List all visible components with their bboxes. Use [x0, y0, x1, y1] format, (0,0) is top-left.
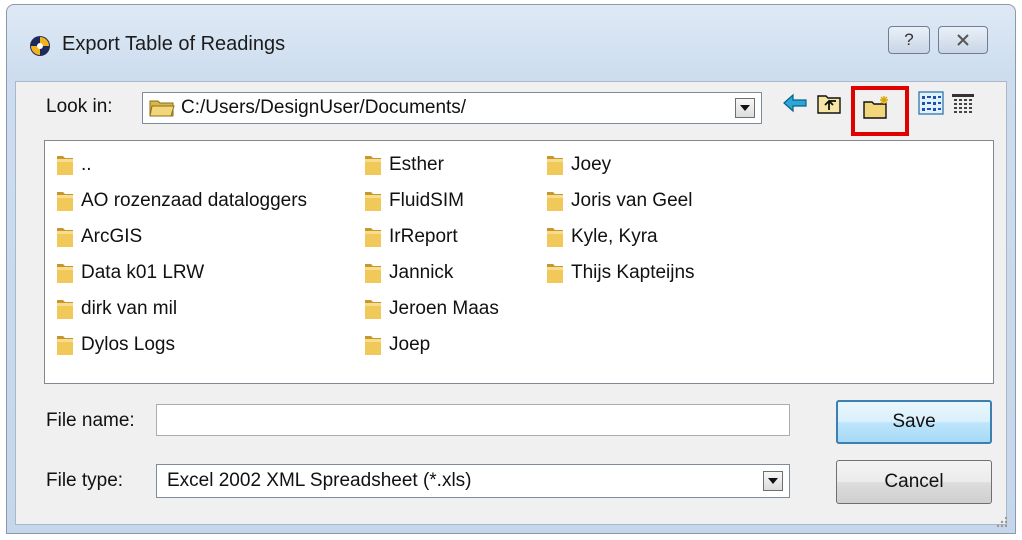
- file-name-label: File name:: [46, 410, 135, 431]
- folder-name: Kyle, Kyra: [571, 226, 658, 247]
- look-in-path: C:/Users/DesignUser/Documents/: [181, 97, 467, 118]
- folder-item[interactable]: Data k01 LRW: [55, 255, 307, 291]
- folder-item[interactable]: Joey: [545, 147, 695, 183]
- list-view-icon: [918, 91, 944, 115]
- resize-grip-icon[interactable]: [996, 516, 1008, 528]
- folder-item[interactable]: ..: [55, 147, 307, 183]
- up-folder-icon: [817, 95, 841, 114]
- folder-name: Thijs Kapteijns: [571, 262, 695, 283]
- file-type-label: File type:: [46, 470, 124, 491]
- folder-name: dirk van mil: [81, 298, 178, 319]
- folder-name: ..: [81, 154, 92, 175]
- cancel-button[interactable]: Cancel: [836, 460, 992, 504]
- folder-icon: [365, 228, 381, 247]
- folder-icon: [149, 100, 175, 117]
- folder-name: AO rozenzaad dataloggers: [81, 190, 308, 211]
- dialog-title: Export Table of Readings: [62, 33, 286, 55]
- folder-name: Jannick: [389, 262, 454, 283]
- look-in-dropdown-button[interactable]: [735, 98, 755, 118]
- help-button[interactable]: ?: [888, 26, 930, 54]
- folder-item[interactable]: Joris van Geel: [545, 183, 695, 219]
- file-type-value: Excel 2002 XML Spreadsheet (*.xls): [167, 470, 472, 491]
- folder-name: IrReport: [389, 226, 458, 247]
- folder-item[interactable]: FluidSIM: [363, 183, 499, 219]
- folder-icon: [547, 264, 563, 283]
- folder-icon: [57, 192, 73, 211]
- back-button[interactable]: [780, 88, 810, 118]
- folder-icon: [57, 156, 73, 175]
- look-in-label: Look in:: [46, 96, 113, 117]
- folder-item[interactable]: IrReport: [363, 219, 499, 255]
- folder-icon: [57, 336, 73, 355]
- folder-name: Jeroen Maas: [389, 298, 499, 319]
- chevron-down-icon: [740, 105, 750, 111]
- app-icon: [30, 36, 50, 56]
- folder-item[interactable]: dirk van mil: [55, 291, 307, 327]
- folder-name: Dylos Logs: [81, 334, 175, 355]
- folder-name: ArcGIS: [81, 226, 143, 247]
- folder-item[interactable]: Thijs Kapteijns: [545, 255, 695, 291]
- folder-icon: [365, 300, 381, 319]
- folder-icon: [547, 192, 563, 211]
- close-button[interactable]: X: [938, 26, 988, 54]
- file-type-dropdown-button[interactable]: [763, 471, 783, 491]
- folder-item[interactable]: Jeroen Maas: [363, 291, 499, 327]
- folder-name: Esther: [389, 154, 444, 175]
- folder-icon: [547, 228, 563, 247]
- folder-icon: [57, 264, 73, 283]
- back-arrow-icon: [783, 93, 807, 113]
- folder-item[interactable]: Esther: [363, 147, 499, 183]
- folder-icon: [365, 336, 381, 355]
- folder-icon: [57, 228, 73, 247]
- close-icon: [957, 34, 969, 46]
- folder-icon: [365, 264, 381, 283]
- new-folder-highlight: [851, 86, 909, 136]
- folder-name: FluidSIM: [389, 190, 464, 211]
- folder-item[interactable]: Dylos Logs: [55, 327, 307, 363]
- folder-icon: [365, 192, 381, 211]
- look-in-combo[interactable]: C:/Users/DesignUser/Documents/: [142, 92, 762, 124]
- folder-item[interactable]: ArcGIS: [55, 219, 307, 255]
- folder-name: Joep: [389, 334, 431, 355]
- file-list[interactable]: .. AO rozenzaad dataloggers ArcGIS Data k01…: [44, 140, 994, 384]
- folder-item[interactable]: Joep: [363, 327, 499, 363]
- folder-icon: [57, 300, 73, 319]
- folder-icon: [365, 156, 381, 175]
- save-button[interactable]: Save: [836, 400, 992, 444]
- chevron-down-icon: [768, 478, 778, 484]
- file-type-select[interactable]: Excel 2002 XML Spreadsheet (*.xls): [156, 464, 790, 498]
- folder-name: Joris van Geel: [571, 190, 693, 211]
- folder-icon: [547, 156, 563, 175]
- file-name-input[interactable]: [156, 404, 790, 436]
- file-list-column-1: .. AO rozenzaad dataloggers ArcGIS Data k01…: [55, 147, 307, 363]
- help-icon: ?: [904, 30, 914, 49]
- folder-item[interactable]: Jannick: [363, 255, 499, 291]
- file-list-column-2: Esther FluidSIM IrReport Jannick Jeroen Maas…: [363, 147, 499, 363]
- list-view-button[interactable]: [916, 88, 946, 118]
- folder-item[interactable]: Kyle, Kyra: [545, 219, 695, 255]
- folder-name: Data k01 LRW: [81, 262, 205, 283]
- folder-item[interactable]: AO rozenzaad dataloggers: [55, 183, 307, 219]
- detail-view-button[interactable]: [948, 88, 978, 118]
- up-folder-button[interactable]: [814, 88, 844, 118]
- detail-view-icon: [952, 94, 974, 113]
- file-list-column-3: Joey Joris van Geel Kyle, Kyra Thijs Kaptei…: [545, 147, 695, 291]
- folder-name: Joey: [571, 154, 612, 175]
